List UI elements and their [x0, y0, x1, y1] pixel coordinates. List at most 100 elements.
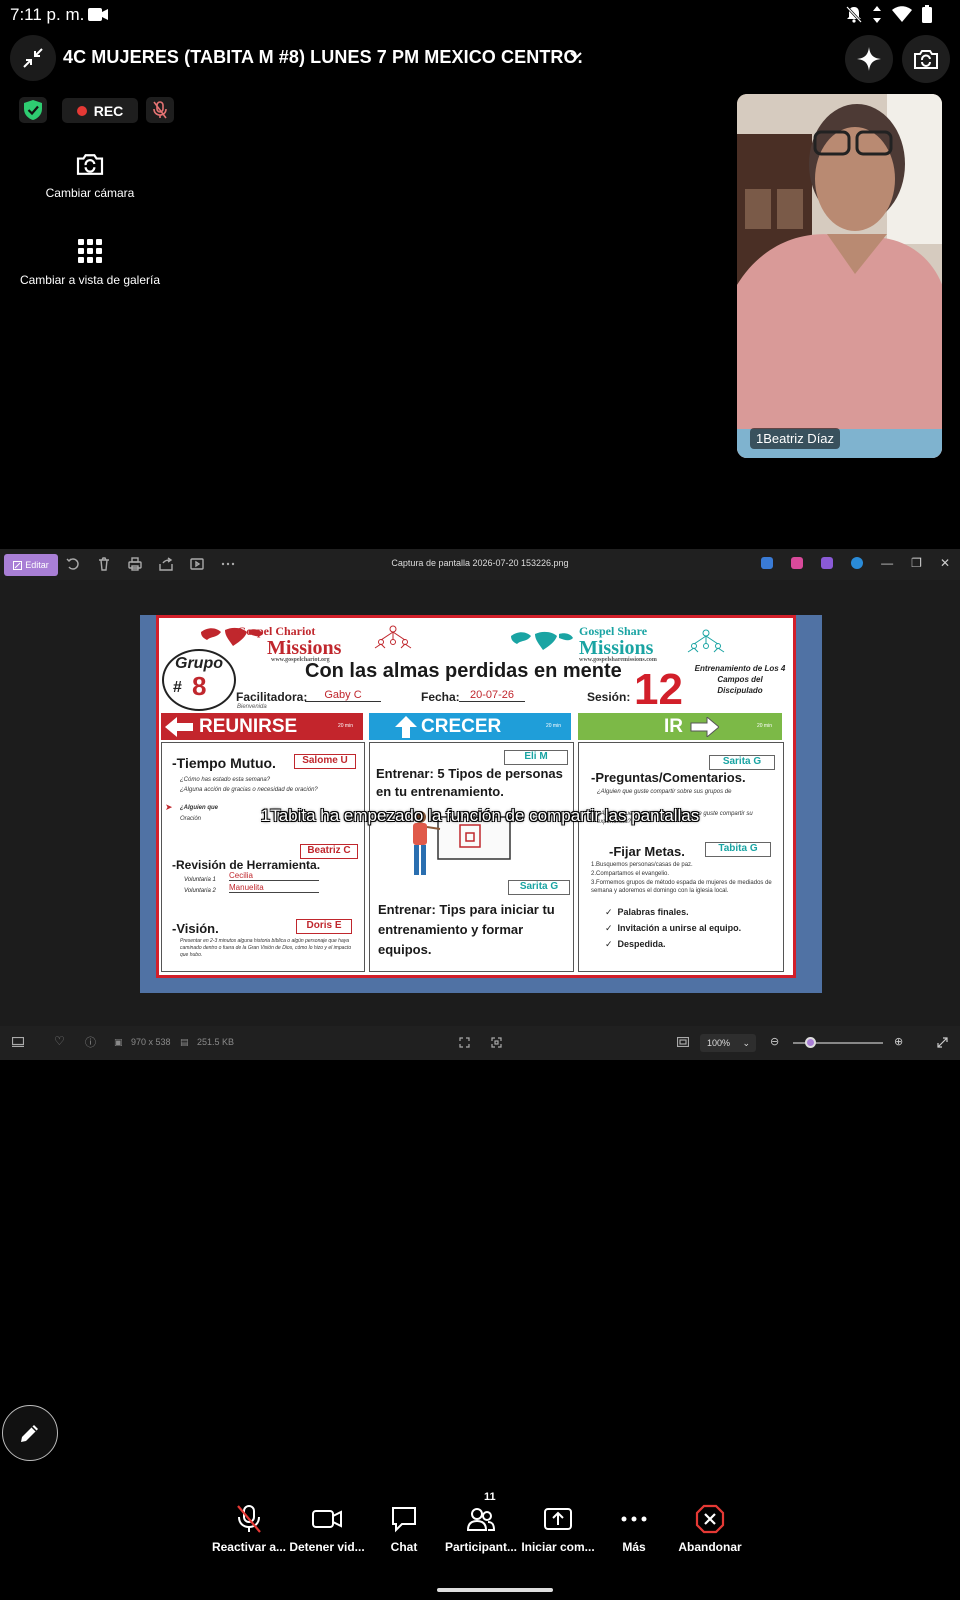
photo-viewer-statusbar: ♡ ⓘ ▣ 970 x 538 ▤ 251.5 KB 100% ⌄ ⊖ ⊕ [0, 1026, 960, 1060]
item-2: ¿Alguna acción de gracias o necesidad de… [180, 787, 318, 793]
heading-fijar-metas: -Fijar Metas. [609, 844, 685, 859]
session-number: 12 [634, 665, 683, 714]
status-time: 7:11 p. m. [10, 5, 85, 24]
zoom-level-select[interactable]: 100% ⌄ [700, 1034, 756, 1052]
home-indicator[interactable] [437, 1588, 553, 1592]
participant-video-tile[interactable]: 1Beatriz Díaz [737, 94, 942, 458]
minimize-meeting-button[interactable] [10, 35, 56, 81]
banner-ir-label: IR [664, 715, 683, 737]
mic-muted-badge [146, 97, 174, 123]
chat-bubble-icon [392, 1507, 416, 1533]
gallery-view-action[interactable]: Cambiar a vista de galería [0, 239, 180, 287]
check-3-text: Despedida. [617, 939, 666, 949]
window-close-icon[interactable]: ✕ [940, 556, 950, 570]
camera-switch-icon [76, 154, 104, 175]
chat-button[interactable]: Chat [364, 1500, 444, 1554]
banner-crecer-minutes: 20 min [545, 723, 561, 729]
participant-name: 1Beatriz Díaz [750, 428, 841, 449]
banner-reunirse-label: REUNIRSE [199, 715, 298, 737]
shield-check-icon [24, 100, 42, 120]
goal-1: 1.Busquemos personas/casas de paz. [591, 862, 693, 868]
crop-view-icon[interactable] [677, 1037, 689, 1047]
participants-count: 11 [484, 1491, 496, 1503]
record-dot-icon [76, 105, 87, 116]
group-hash: # [173, 679, 182, 696]
leave-octagon-icon [695, 1504, 725, 1534]
session-label: Sesión: [587, 690, 631, 704]
slide-title: Con las almas perdidas en mente [305, 660, 622, 682]
encryption-badge[interactable] [19, 97, 47, 123]
switch-camera-top-button[interactable] [902, 35, 950, 83]
mic-off-icon [237, 1505, 261, 1533]
shared-screen[interactable]: Editar Captura de pantalla 2026-07-20 15… [0, 549, 960, 1060]
photo-viewer-toolbar: Editar Captura de pantalla 2026-07-20 15… [0, 549, 960, 580]
check-1-text: Palabras finales. [617, 907, 689, 917]
file-size-icon: ▤ [180, 1037, 189, 1047]
participant-video-feed [737, 94, 942, 458]
window-restore-icon[interactable]: ❐ [911, 556, 922, 570]
sparkle-icon [857, 47, 881, 71]
banner-ir-minutes: 20 min [756, 723, 772, 729]
check-item-2: ✓ Invitación a unirse al equipo. [605, 923, 742, 933]
leave-label: Abandonar [678, 1540, 742, 1554]
mic-off-icon [153, 101, 167, 119]
item-1: ¿Cómo has estado esta semana? [180, 777, 271, 783]
status-icons [846, 5, 932, 23]
stop-video-button[interactable]: Detener vid... [286, 1500, 368, 1554]
zoom-slider-handle[interactable] [805, 1037, 816, 1048]
unmute-label: Reactivar a... [211, 1540, 287, 1554]
battery-icon [922, 5, 932, 23]
meeting-title[interactable]: 4C MUJERES (TABITA M #8) LUNES 7 PM MEXI… [63, 47, 583, 68]
banner-ir: IR 20 min [578, 713, 782, 740]
info-icon[interactable]: ⓘ [85, 1034, 96, 1050]
column-ir: Sarita G -Preguntas/Comentarios. ¿Alguie… [578, 742, 784, 972]
banner-reunirse: REUNIRSE 20 min [161, 713, 363, 740]
app-chip-blue-icon[interactable] [761, 557, 774, 569]
slide-image: Gospel Chariot Missions www.gospelchario… [156, 615, 796, 978]
viewer-window-controls: — ❐ ✕ [761, 556, 950, 570]
unmute-button[interactable]: Reactivar a... [208, 1500, 290, 1554]
ai-companion-button[interactable] [845, 35, 893, 83]
pencil-icon [21, 1425, 38, 1442]
actual-size-icon[interactable] [491, 1037, 502, 1048]
switch-camera-action[interactable]: Cambiar cámara [0, 152, 180, 200]
fullscreen-icon[interactable] [937, 1037, 948, 1048]
video-camera-status-icon [88, 8, 108, 21]
annotate-button[interactable] [2, 1405, 58, 1461]
notifications-off-icon [846, 5, 862, 23]
recording-indicator[interactable]: REC [62, 98, 138, 123]
tag-beatriz: Beatriz C [300, 844, 358, 859]
zoom-in-icon[interactable]: ⊕ [894, 1035, 903, 1048]
video-camera-icon [312, 1510, 342, 1528]
onedrive-icon[interactable] [851, 557, 864, 569]
window-minimize-icon[interactable]: — [881, 556, 893, 570]
goal-3: 3.Formemos grupos de método espada de mu… [591, 880, 772, 894]
date-value: 20-07-26 [459, 689, 525, 702]
switch-camera-label: Cambiar cámara [45, 186, 135, 200]
network-tree-red-icon [374, 625, 412, 649]
network-tree-teal-icon [687, 629, 725, 653]
zoom-out-icon[interactable]: ⊖ [770, 1035, 779, 1048]
app-chip-purple-icon[interactable] [821, 557, 834, 569]
filmstrip-icon[interactable] [12, 1037, 24, 1047]
grid-icon [78, 239, 102, 263]
chevron-down-icon[interactable] [570, 51, 582, 61]
fit-to-window-icon[interactable] [459, 1037, 470, 1048]
more-label: Más [622, 1540, 646, 1554]
share-upload-icon [544, 1508, 572, 1530]
more-dots-icon [621, 1516, 647, 1522]
zoom-level: 100% [707, 1038, 731, 1048]
question-1: ¿Alguien que guste compartir sobre sus g… [597, 789, 732, 795]
participants-button[interactable]: 11 Participant... [438, 1491, 524, 1554]
favorite-heart-icon[interactable]: ♡ [54, 1034, 65, 1048]
app-chip-pink-icon[interactable] [791, 557, 804, 569]
zoom-chevron-icon: ⌄ [742, 1038, 750, 1048]
leave-button[interactable]: Abandonar [670, 1500, 750, 1554]
check-item-3: ✓ Despedida. [605, 939, 666, 949]
group-badge: Grupo # 8 [162, 649, 236, 711]
share-screen-button[interactable]: Iniciar com... [516, 1500, 600, 1554]
heading-entrenar-tips: Entrenar: Tips para iniciar tu entrenami… [378, 902, 555, 957]
share-screen-label: Iniciar com... [521, 1540, 595, 1554]
more-button[interactable]: Más [594, 1500, 674, 1554]
gallery-view-label: Cambiar a vista de galería [19, 273, 161, 287]
